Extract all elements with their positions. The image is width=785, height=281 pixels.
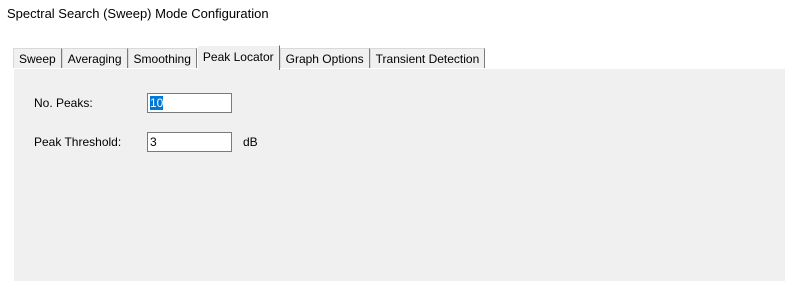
no-peaks-label: No. Peaks: xyxy=(34,96,93,110)
no-peaks-value: 10 xyxy=(150,96,164,110)
peak-threshold-unit: dB xyxy=(243,135,258,149)
tab-averaging[interactable]: Averaging xyxy=(61,48,128,69)
tab-transient-detection[interactable]: Transient Detection xyxy=(369,48,486,69)
peak-threshold-value: 3 xyxy=(150,135,157,149)
tab-sweep[interactable]: Sweep xyxy=(13,48,62,69)
peak-threshold-label: Peak Threshold: xyxy=(34,135,122,149)
window-title: Spectral Search (Sweep) Mode Configurati… xyxy=(7,6,269,21)
tab-peak-locator[interactable]: Peak Locator xyxy=(196,45,280,70)
tab-smoothing[interactable]: Smoothing xyxy=(127,48,197,69)
tab-strip: Sweep Averaging Smoothing Peak Locator G… xyxy=(13,42,486,70)
no-peaks-field[interactable]: 10 xyxy=(147,93,232,113)
peak-locator-panel: No. Peaks: 10 Peak Threshold: 3 dB xyxy=(13,68,785,281)
peak-threshold-field[interactable]: 3 xyxy=(147,132,232,152)
tab-graph-options[interactable]: Graph Options xyxy=(279,48,370,69)
